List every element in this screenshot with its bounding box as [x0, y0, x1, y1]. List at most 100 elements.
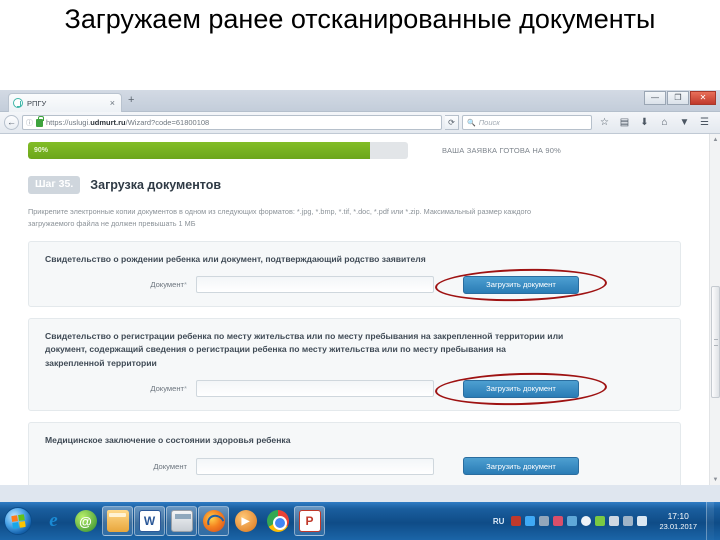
taskbar-item-calculator[interactable] [166, 506, 197, 536]
document-field-label: Документ* [150, 384, 187, 394]
scroll-up-icon[interactable]: ▲ [710, 134, 720, 145]
antivirus-icon[interactable] [553, 516, 564, 526]
internet-explorer-icon: e [49, 510, 58, 531]
media-player-icon: ▶ [234, 510, 257, 532]
progress-percent-label: 90% [34, 147, 49, 154]
document-title: Медицинское заключение о состоянии здоро… [45, 434, 291, 445]
language-indicator[interactable]: RU [493, 517, 505, 526]
upload-button-wrap: Загрузить документ [463, 457, 579, 476]
format-hint: Прикрепите электронные копии документов … [28, 206, 532, 228]
back-icon[interactable]: ← [4, 115, 19, 130]
document-title: Свидетельство о рождении ребенка или док… [45, 253, 426, 264]
info-icon[interactable] [581, 516, 592, 526]
taskbar-item-file-explorer[interactable] [102, 506, 133, 536]
progress-note: ВАША ЗАЯВКА ГОТОВА НА 90% [442, 146, 562, 155]
site-info-icon[interactable]: ⓘ [26, 118, 33, 128]
powerpoint-icon: P [298, 510, 321, 532]
browser-tab-label: РПГУ [27, 98, 47, 108]
document-title: Свидетельство о регистрации ребенка по м… [45, 330, 564, 368]
progress-bar: 90% [28, 142, 408, 159]
calculator-icon [170, 510, 193, 532]
volume-icon[interactable] [637, 516, 648, 526]
search-icon: 🔍 [467, 119, 476, 127]
screen-icon[interactable] [525, 516, 536, 526]
search-input[interactable]: 🔍 Поиск [462, 115, 592, 130]
url-text: https://uslugi.udmurt.ru/Wizard?code=618… [46, 118, 210, 127]
mail-agent-icon: @ [74, 510, 97, 532]
pocket-icon[interactable]: ▼ [677, 115, 692, 130]
step-badge: Шаг 35. [28, 176, 81, 194]
step-title: Загрузка документов [90, 177, 222, 192]
rpgu-logo-icon [13, 98, 23, 108]
close-window-button[interactable]: ✕ [690, 91, 716, 105]
clock-date: 23.01.2017 [659, 521, 697, 531]
taskbar-item-internet-explorer[interactable]: e [38, 506, 69, 536]
taskbar-item-google-chrome[interactable] [262, 506, 293, 536]
close-icon[interactable]: × [108, 98, 117, 108]
browser-tabstrip: РПГУ × + — ❐ ✕ [0, 90, 720, 112]
settings-icon[interactable] [623, 516, 634, 526]
upload-button-wrap: Загрузить документ [434, 266, 608, 304]
lock-icon [36, 115, 44, 127]
menu-icon[interactable]: ☰ [697, 115, 712, 130]
upload-document-button[interactable]: Загрузить документ [463, 275, 579, 294]
upload-document-button[interactable]: Загрузить документ [463, 379, 579, 398]
browser-navbar: ← ⓘ https://uslugi.udmurt.ru/Wizard?code… [0, 112, 720, 134]
maximize-button[interactable]: ❐ [667, 91, 689, 105]
window-controls: — ❐ ✕ [644, 91, 716, 105]
shield-icon[interactable] [595, 516, 606, 526]
library-icon[interactable]: ▤ [617, 115, 632, 130]
page-viewport: 90% ВАША ЗАЯВКА ГОТОВА НА 90% Шаг 35. За… [0, 134, 720, 485]
url-bar[interactable]: ⓘ https://uslugi.udmurt.ru/Wizard?code=6… [22, 115, 442, 130]
microsoft-word-icon: W [138, 510, 161, 532]
show-desktop-button[interactable] [706, 502, 714, 540]
scroll-down-icon[interactable]: ▼ [710, 474, 720, 485]
reload-icon[interactable]: ⟳ [445, 115, 459, 130]
network-sync-icon[interactable] [567, 516, 578, 526]
taskbar-clock[interactable]: 17:10 23.01.2017 [651, 511, 702, 531]
required-marker: * [184, 384, 187, 394]
document-input[interactable] [196, 380, 434, 398]
notification-icon[interactable] [511, 516, 522, 526]
scrollbar-thumb[interactable] [711, 286, 720, 398]
page-title: Загружаем ранее отсканированные документ… [64, 4, 656, 34]
start-button[interactable] [4, 507, 32, 535]
taskbar-item-media-player[interactable]: ▶ [230, 506, 261, 536]
new-tab-button[interactable]: + [128, 95, 134, 106]
taskbar-item-mozilla-firefox[interactable] [198, 506, 229, 536]
page-scrollbar[interactable]: ▲ ▼ [709, 134, 720, 485]
clock-time: 17:10 [667, 511, 689, 521]
document-card: Свидетельство о регистрации ребенка по м… [28, 317, 681, 411]
flag-icon[interactable] [609, 516, 620, 526]
mozilla-firefox-icon [202, 510, 225, 532]
taskbar-item-microsoft-word[interactable]: W [134, 506, 165, 536]
star-icon[interactable]: ☆ [597, 115, 612, 130]
document-field-label: Документ [153, 461, 187, 471]
page-content: 90% ВАША ЗАЯВКА ГОТОВА НА 90% Шаг 35. За… [0, 134, 709, 485]
search-placeholder: Поиск [478, 118, 500, 127]
file-explorer-icon [106, 510, 129, 532]
document-input[interactable] [196, 276, 434, 294]
step-row: Шаг 35. Загрузка документов [28, 176, 681, 194]
minimize-button[interactable]: — [644, 91, 666, 105]
document-field-row: Документ Загрузить документ [45, 457, 664, 476]
required-marker: * [184, 280, 187, 290]
document-input[interactable] [196, 457, 434, 475]
home-icon[interactable]: ⌂ [657, 115, 672, 130]
browser-tab-rpgu[interactable]: РПГУ × [8, 93, 122, 112]
taskbar-item-mail-agent[interactable]: @ [70, 506, 101, 536]
upload-button-wrap: Загрузить документ [434, 370, 608, 408]
upload-document-button[interactable]: Загрузить документ [463, 457, 579, 476]
browser-toolbar-icons: ☆ ▤ ⬇ ⌂ ▼ ☰ [597, 115, 712, 130]
usb-icon[interactable] [539, 516, 550, 526]
progress-row: 90% ВАША ЗАЯВКА ГОТОВА НА 90% [28, 142, 681, 159]
document-field-label: Документ* [150, 280, 187, 290]
document-field-row: Документ* Загрузить документ [45, 266, 664, 304]
document-card: Медицинское заключение о состоянии здоро… [28, 421, 681, 485]
google-chrome-icon [266, 510, 289, 532]
download-icon[interactable]: ⬇ [637, 115, 652, 130]
windows-taskbar: e @ W ▶ P RU 17:10 23.01.2017 [0, 502, 720, 540]
document-card: Свидетельство о рождении ребенка или док… [28, 240, 681, 307]
taskbar-item-powerpoint[interactable]: P [294, 506, 325, 536]
document-field-row: Документ* Загрузить документ [45, 370, 664, 408]
